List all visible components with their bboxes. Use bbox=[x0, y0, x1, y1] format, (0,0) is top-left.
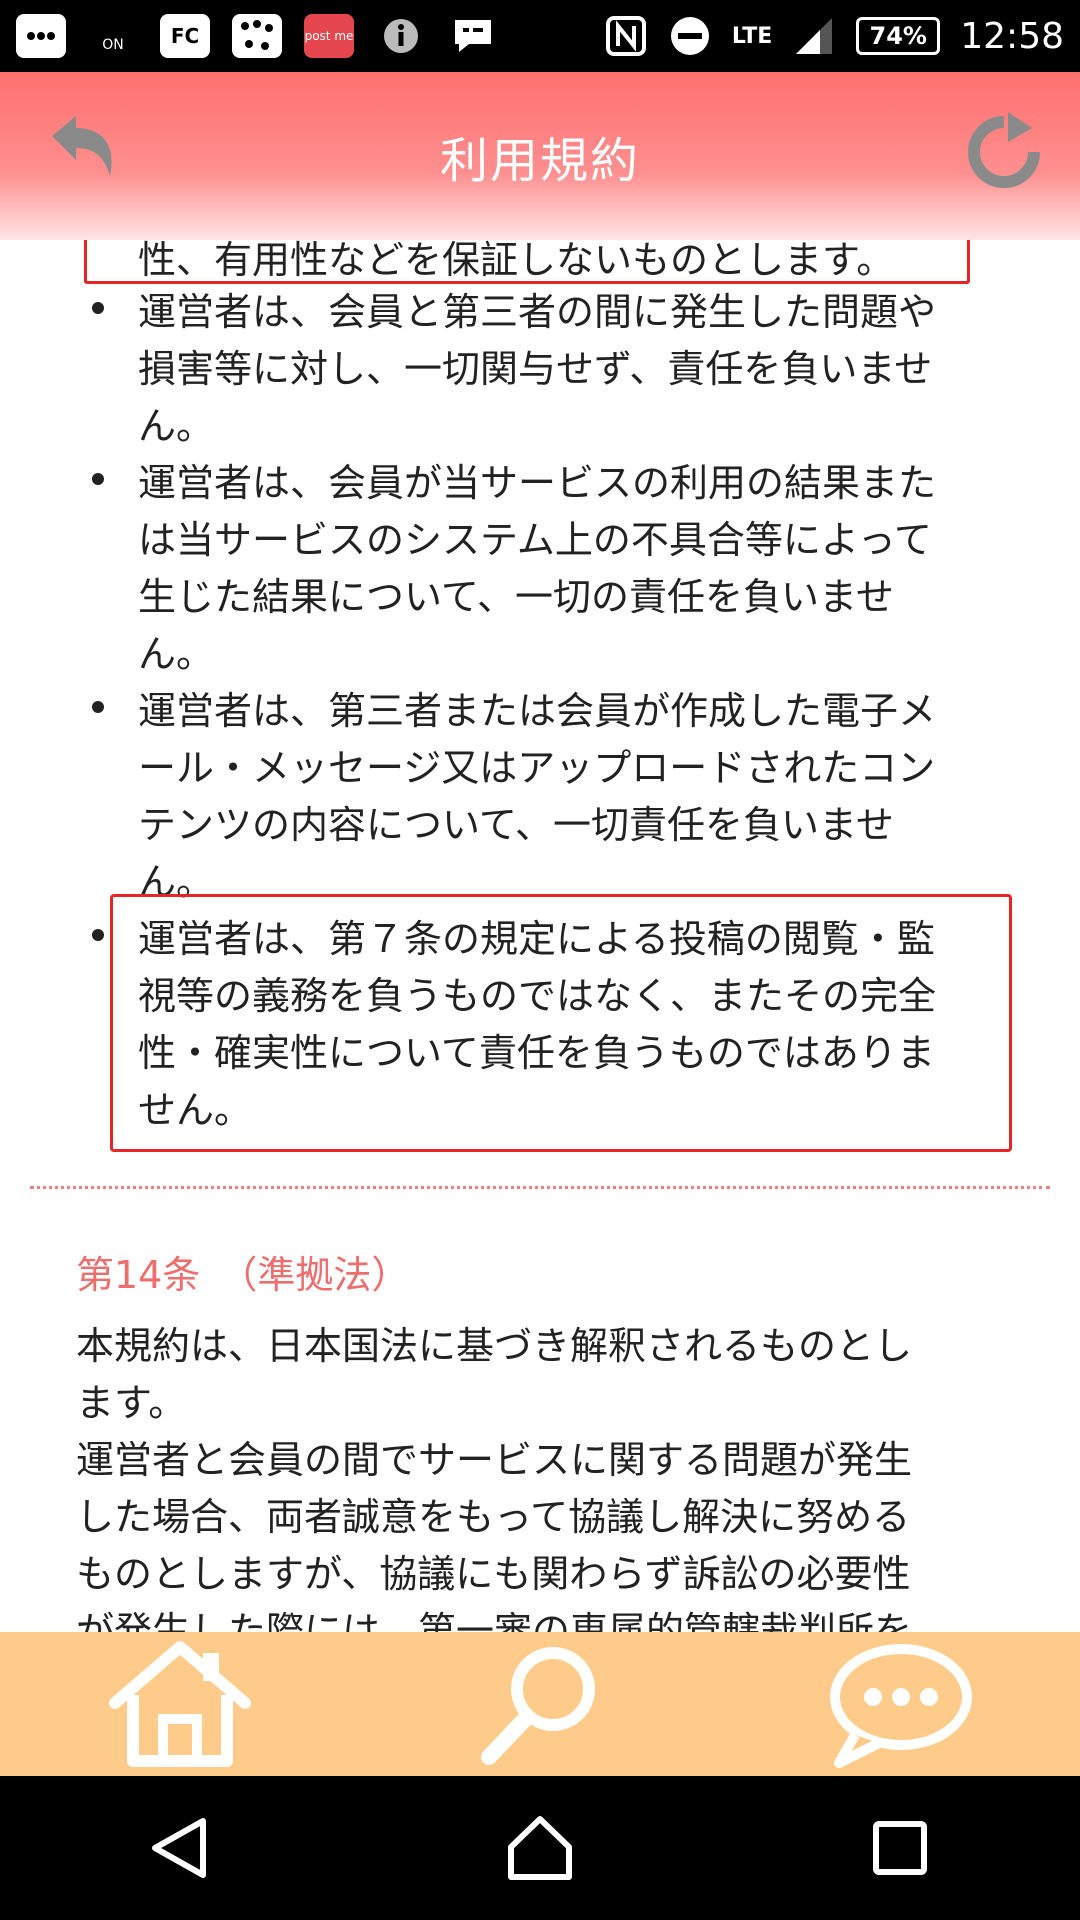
nfc-icon bbox=[604, 14, 648, 58]
list-item: 運営者は、会員が当サービスの利用の結果また は当サービスのシステム上の不具合等に… bbox=[92, 455, 1018, 683]
terms-content[interactable]: 性、有用性などを保証しないものとします。 運営者は、会員と第三者の間に発生した問… bbox=[0, 240, 1080, 1632]
text-line: が発生した際には、第一審の専属的管轄裁判所を bbox=[76, 1609, 913, 1632]
back-arrow-icon bbox=[52, 116, 112, 176]
connect-app-icon bbox=[232, 14, 282, 58]
text-line: 運営者は、会員と第三者の間に発生した問題や bbox=[138, 290, 937, 334]
text-line: 運営者は、第三者または会員が作成した電子メ bbox=[138, 689, 937, 733]
message-dots-icon bbox=[16, 14, 66, 58]
notification-icons: ON FC post me bbox=[16, 14, 498, 58]
search-button[interactable] bbox=[460, 1634, 620, 1774]
system-recents-button[interactable] bbox=[840, 1788, 960, 1908]
wifi-call-icon: ON bbox=[88, 14, 138, 58]
bullet-dot bbox=[92, 302, 104, 314]
text-line: ん。 bbox=[138, 404, 215, 448]
home-button[interactable] bbox=[100, 1634, 260, 1774]
fc-app-icon: FC bbox=[160, 14, 210, 58]
do-not-disturb-icon bbox=[668, 14, 712, 58]
chat-bubble-icon bbox=[448, 14, 498, 58]
square-recents-icon bbox=[873, 1821, 927, 1875]
fc-app-label: FC bbox=[170, 24, 200, 48]
list-item: 運営者は、第三者または会員が作成した電子メ ール・メッセージ又はアップロードされ… bbox=[92, 683, 1018, 911]
refresh-button[interactable] bbox=[964, 112, 1044, 192]
signal-icon bbox=[792, 14, 836, 58]
chat-icon bbox=[830, 1644, 972, 1768]
wifi-call-label: ON bbox=[102, 37, 124, 53]
bottom-nav bbox=[0, 1632, 1080, 1776]
chat-button[interactable] bbox=[820, 1634, 980, 1774]
house-outline-icon bbox=[508, 1816, 572, 1880]
text-line: は当サービスのシステム上の不具合等によって bbox=[138, 518, 932, 562]
info-icon bbox=[376, 14, 426, 58]
text-line: 損害等に対し、一切関与せず、責任を負いませ bbox=[138, 347, 933, 391]
page-title: 利用規約 bbox=[439, 133, 640, 189]
text-line: 運営者は、会員が当サービスの利用の結果また bbox=[138, 461, 937, 505]
section-divider bbox=[30, 1186, 1050, 1189]
text-line: 本規約は、日本国法に基づき解釈されるものとし bbox=[76, 1324, 913, 1368]
bullet-dot bbox=[92, 701, 104, 713]
list-item: 運営者は、会員と第三者の間に発生した問題や 損害等に対し、一切関与せず、責任を負… bbox=[92, 284, 1018, 455]
text-line: ール・メッセージ又はアップロードされたコン bbox=[138, 746, 936, 790]
text-line: ます。 bbox=[76, 1381, 187, 1425]
network-type: LTE bbox=[731, 23, 773, 49]
text-line: ん。 bbox=[138, 632, 215, 676]
battery-indicator: 74% bbox=[856, 17, 941, 55]
clock: 12:58 bbox=[960, 15, 1064, 57]
text-line: した場合、両者誠意をもって協議し解決に努める bbox=[76, 1495, 911, 1539]
text-line: 生じた結果について、一切の責任を負いませ bbox=[138, 575, 894, 619]
system-nav-bar bbox=[0, 1776, 1080, 1920]
postme-app-icon: post me bbox=[304, 14, 354, 58]
refresh-icon bbox=[968, 112, 1040, 188]
back-button[interactable] bbox=[44, 112, 124, 192]
highlight-box bbox=[84, 240, 970, 284]
search-icon bbox=[481, 1647, 595, 1765]
text-line: ものとしますが、協議にも関わらず訴訟の必要性 bbox=[76, 1552, 911, 1596]
bullet-dot bbox=[92, 929, 104, 941]
status-bar: ON FC post me LTE 74% 12:58 bbox=[0, 0, 1080, 72]
highlight-box bbox=[110, 894, 1012, 1152]
text-line: テンツの内容について、一切責任を負いませ bbox=[138, 803, 894, 847]
battery-level: 74% bbox=[869, 22, 927, 50]
text-line: 運営者と会員の間でサービスに関する問題が発生 bbox=[76, 1438, 913, 1482]
bullet-dot bbox=[92, 473, 104, 485]
app-header: 利用規約 bbox=[0, 72, 1080, 240]
system-back-button[interactable] bbox=[120, 1788, 240, 1908]
home-icon bbox=[109, 1641, 251, 1767]
postme-app-label: post me bbox=[304, 29, 354, 43]
system-home-button[interactable] bbox=[480, 1788, 600, 1908]
article-body: 本規約は、日本国法に基づき解釈されるものとし ます。 運営者と会員の間でサービス… bbox=[76, 1318, 1036, 1632]
article-heading: 第14条 （準拠法） bbox=[76, 1253, 410, 1297]
triangle-back-icon bbox=[152, 1818, 206, 1878]
system-status: LTE 74% 12:58 bbox=[604, 14, 1064, 58]
